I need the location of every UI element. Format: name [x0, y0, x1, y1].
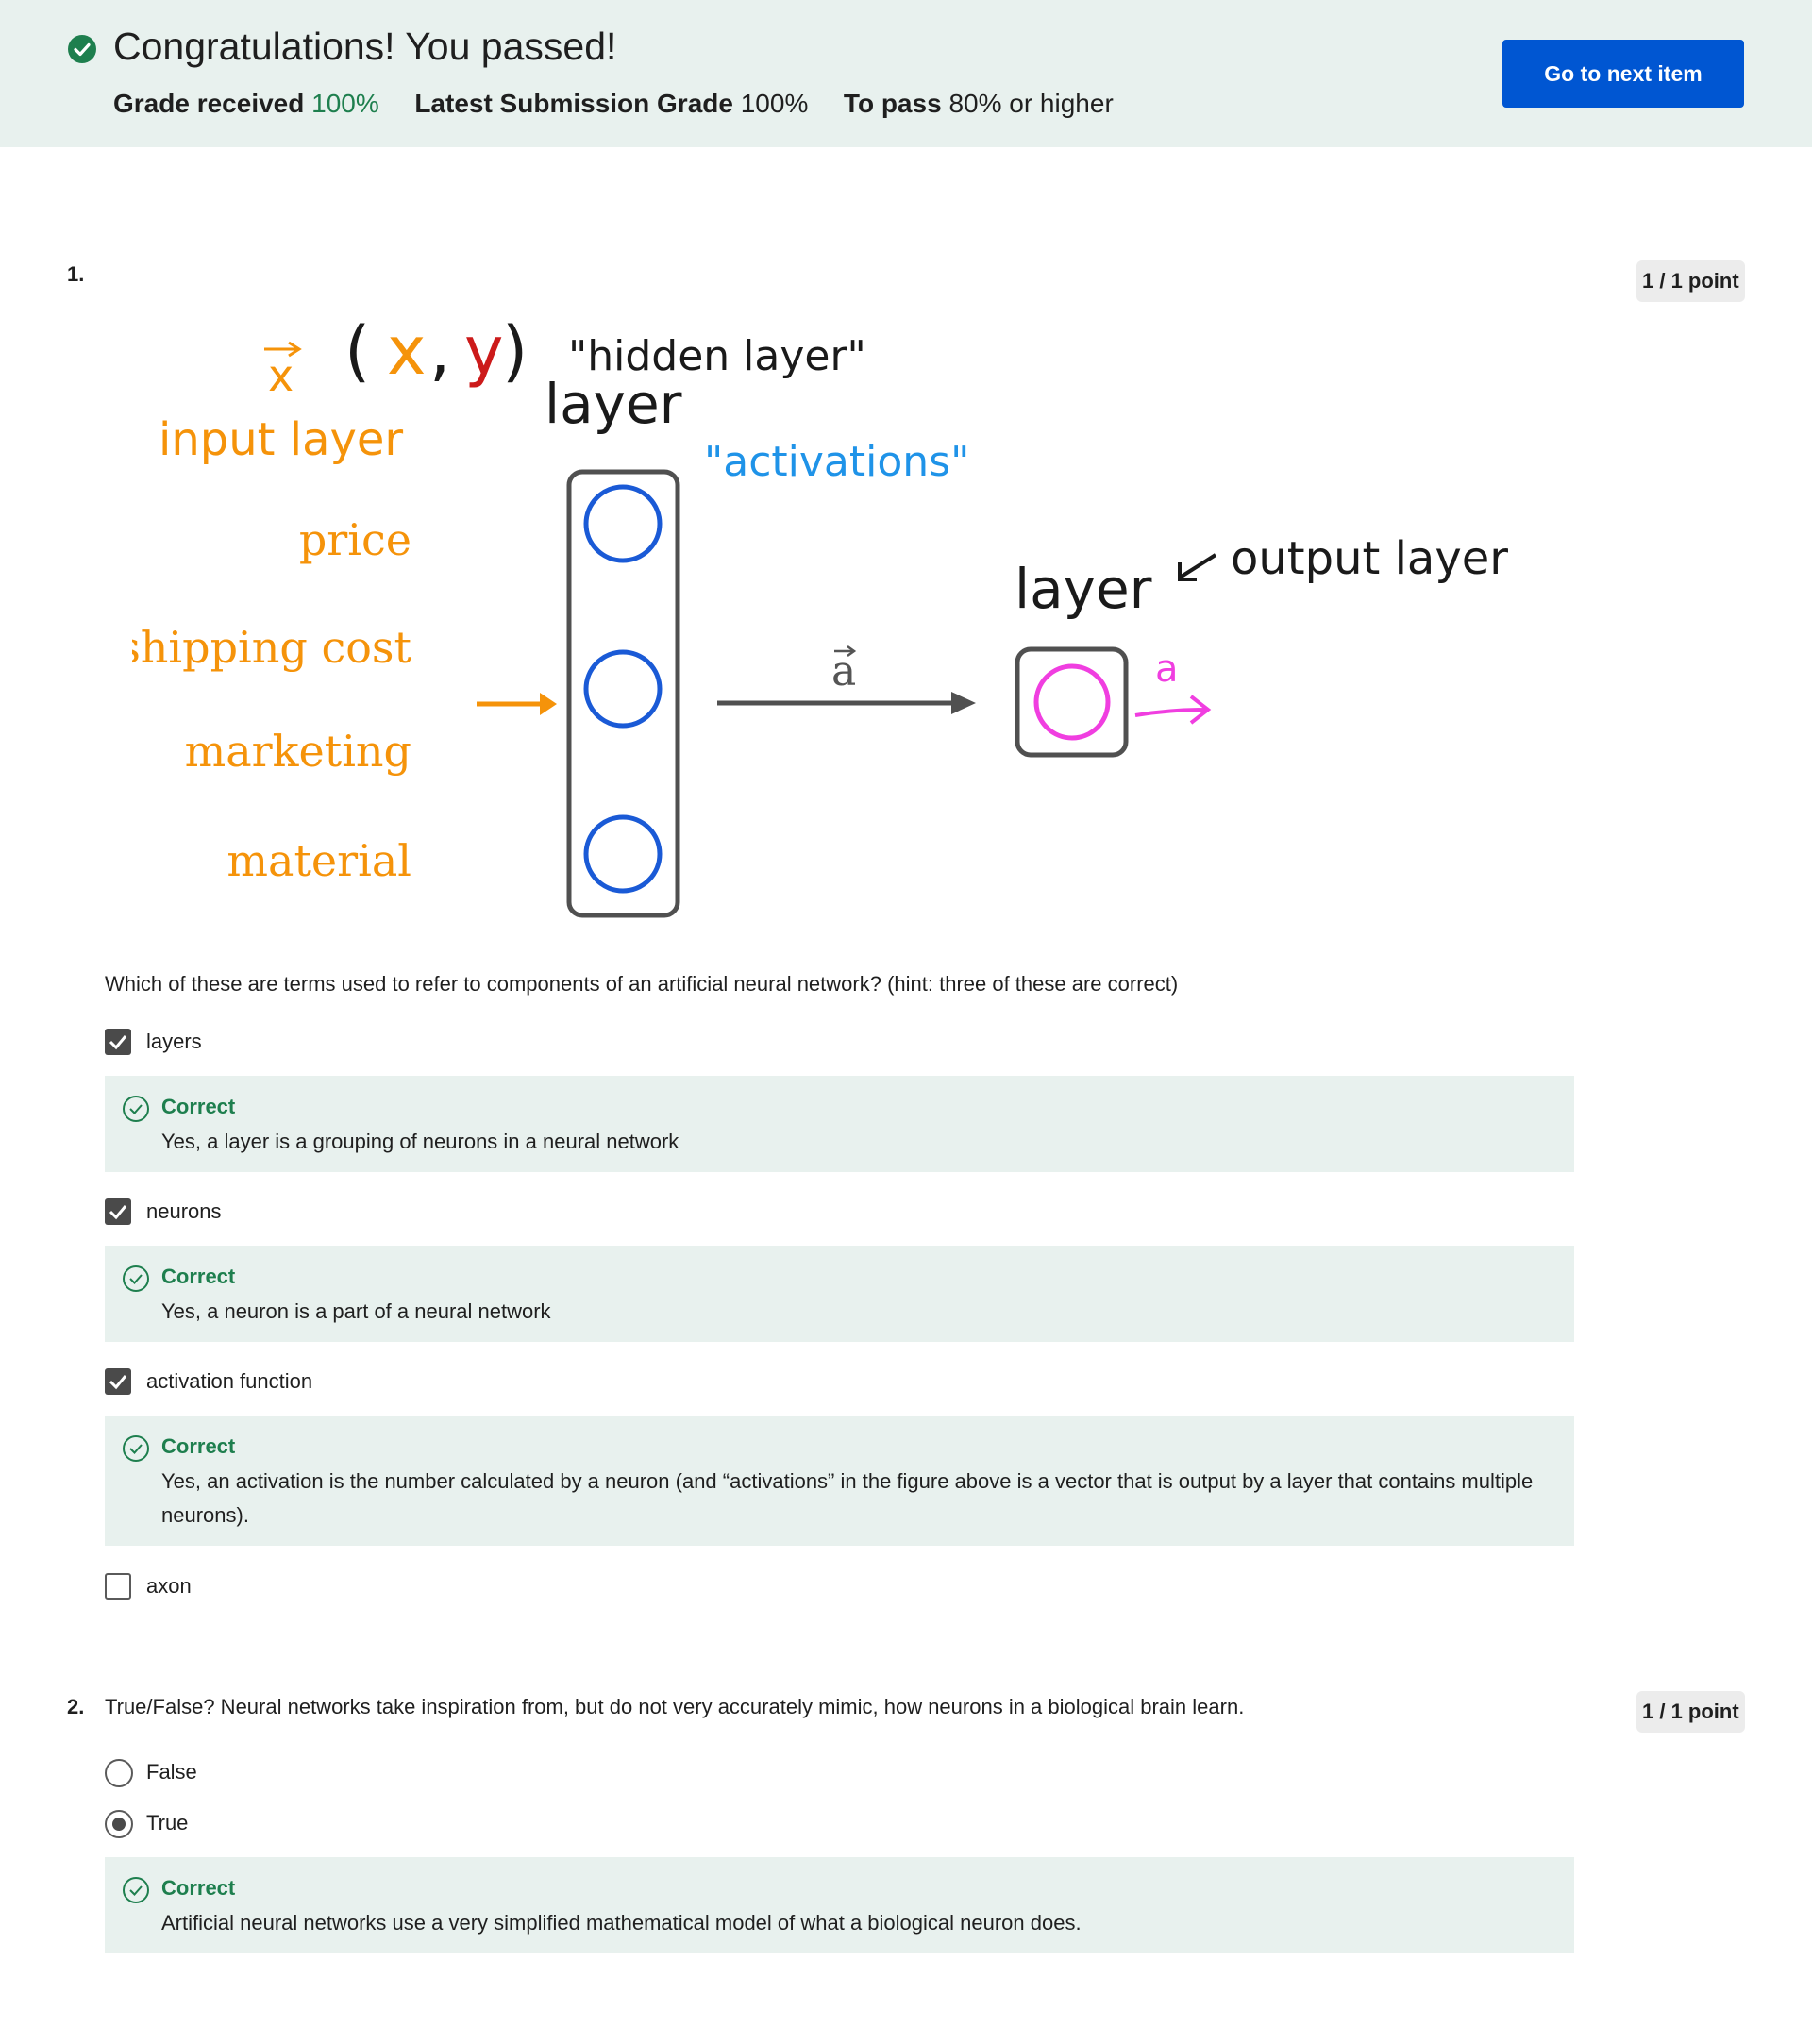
- option-label: layers: [146, 1030, 202, 1053]
- check-circle-outline-icon: [123, 1877, 149, 1903]
- activations-note: "activations": [704, 438, 969, 486]
- svg-text:,: ,: [429, 312, 450, 390]
- feedback-text: Yes, an activation is the number calcula…: [161, 1469, 1534, 1527]
- to-pass-value: 80% or higher: [948, 89, 1114, 118]
- feedback-layers: Correct Yes, a layer is a grouping of ne…: [105, 1076, 1574, 1172]
- feedback-text: Yes, a neuron is a part of a neural netw…: [161, 1299, 551, 1323]
- option-label: activation function: [146, 1369, 313, 1393]
- neural-network-figure: x ( x , y ) "hidden layer" layer input l…: [132, 312, 1508, 918]
- xy-pair-label: ( x , y ): [344, 312, 528, 390]
- checkbox-checked-icon[interactable]: [105, 1029, 131, 1055]
- check-circle-icon: [68, 35, 96, 63]
- radio-selected-icon[interactable]: [105, 1810, 133, 1838]
- question-2-points: 1 / 1 point: [1636, 1691, 1745, 1733]
- input-layer-note: input layer: [159, 413, 403, 466]
- svg-text:x: x: [268, 350, 294, 401]
- feedback-title: Correct: [161, 1265, 236, 1288]
- question-1-text: Which of these are terms used to refer t…: [105, 972, 1179, 996]
- check-circle-outline-icon: [123, 1265, 149, 1292]
- output-layer-note: output layer: [1231, 532, 1508, 585]
- svg-text:x: x: [387, 312, 426, 390]
- checkbox-checked-icon[interactable]: [105, 1368, 131, 1395]
- feature-shipping-cost: shipping cost: [132, 622, 412, 673]
- feedback-text: Yes, a layer is a grouping of neurons in…: [161, 1130, 680, 1153]
- layer-top-label: layer: [545, 372, 682, 436]
- feedback-activation-function: Correct Yes, an activation is the number…: [105, 1416, 1574, 1546]
- grade-summary: Grade received 100% Latest Submission Gr…: [113, 89, 1114, 119]
- svg-text:y: y: [464, 312, 503, 390]
- radio-unselected-icon[interactable]: [105, 1759, 133, 1787]
- svg-text:): ): [502, 312, 528, 390]
- feedback-title: Correct: [161, 1095, 236, 1118]
- feedback-title: Correct: [161, 1434, 236, 1458]
- question-2-text: True/False? Neural networks take inspira…: [105, 1695, 1245, 1718]
- grade-received-value: 100%: [311, 89, 379, 118]
- check-circle-outline-icon: [123, 1096, 149, 1122]
- feedback-title: Correct: [161, 1876, 236, 1900]
- hidden-neuron-3: [583, 814, 663, 894]
- pass-banner: Congratulations! You passed! Grade recei…: [0, 0, 1812, 147]
- question-1-points: 1 / 1 point: [1636, 260, 1745, 302]
- option-label: False: [146, 1760, 197, 1784]
- checkbox-unchecked-icon[interactable]: [105, 1573, 131, 1600]
- option-label: neurons: [146, 1199, 222, 1223]
- feedback-text: Artificial neural networks use a very si…: [161, 1911, 1082, 1935]
- output-arrow-icon: [1134, 695, 1212, 725]
- question-1-number: 1.: [67, 262, 85, 286]
- check-circle-outline-icon: [123, 1435, 149, 1462]
- a-vector-label: a: [831, 645, 856, 695]
- question-2-number: 2.: [67, 1695, 85, 1718]
- svg-text:(: (: [344, 312, 370, 390]
- feature-price: price: [299, 514, 411, 565]
- latest-submission-value: 100%: [740, 89, 809, 118]
- grade-received-label: Grade received: [113, 89, 305, 118]
- hidden-neuron-2: [583, 649, 663, 729]
- feedback-true: Correct Artificial neural networks use a…: [105, 1857, 1574, 1953]
- input-arrow-icon: [477, 693, 557, 715]
- svg-text:a: a: [831, 647, 856, 695]
- output-neuron: [1033, 663, 1111, 741]
- pass-title: Congratulations! You passed!: [113, 25, 617, 68]
- layer-right-label: layer: [1015, 557, 1152, 621]
- x-vector-label: x: [264, 341, 302, 401]
- feature-material: material: [226, 835, 411, 886]
- go-to-next-item-button[interactable]: Go to next item: [1502, 40, 1744, 108]
- option-label: True: [146, 1811, 189, 1835]
- feedback-neurons: Correct Yes, a neuron is a part of a neu…: [105, 1246, 1574, 1342]
- latest-submission-label: Latest Submission Grade: [414, 89, 733, 118]
- hidden-neuron-1: [583, 484, 663, 563]
- checkbox-checked-icon[interactable]: [105, 1198, 131, 1225]
- option-label: axon: [146, 1574, 192, 1598]
- to-pass-label: To pass: [843, 89, 942, 118]
- output-a-label: a: [1155, 647, 1179, 691]
- output-layer-arrow-icon: [1178, 553, 1217, 581]
- feature-marketing: marketing: [185, 726, 411, 777]
